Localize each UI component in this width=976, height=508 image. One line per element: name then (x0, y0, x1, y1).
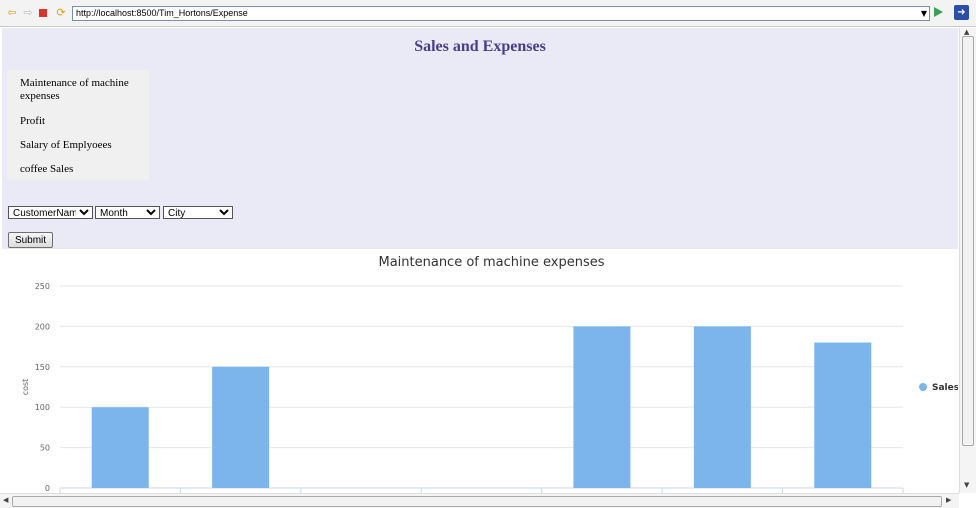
exit-icon[interactable]: ➜ (954, 5, 969, 20)
go-icon[interactable] (934, 7, 943, 17)
y-tick-label: 100 (35, 403, 50, 412)
bar (91, 407, 149, 488)
vertical-scrollbar[interactable]: ▲ ▼ (959, 28, 976, 493)
city-select[interactable]: City (163, 206, 233, 219)
menu-item-salary[interactable]: Salary of Emplyoees (20, 139, 112, 152)
bar (212, 366, 270, 488)
address-text: http://localhost:8500/Tim_Hortons/Expens… (76, 8, 248, 18)
stop-icon[interactable] (39, 9, 47, 17)
month-select[interactable]: Month (95, 206, 160, 219)
bar (693, 326, 751, 488)
refresh-icon[interactable]: ⟳ (55, 7, 67, 19)
chart-title: Maintenance of machine expenses (378, 255, 604, 270)
top-panel: Sales and Expenses Maintenance of machin… (2, 28, 958, 249)
back-arrow-icon[interactable]: ⇦ (6, 7, 18, 19)
side-menu: Maintenance of machine expenses Profit S… (7, 70, 149, 180)
page-title: Sales and Expenses (414, 38, 546, 55)
vertical-scroll-thumb[interactable] (962, 36, 974, 446)
forward-arrow-icon[interactable]: ⇨ (22, 7, 34, 19)
address-bar[interactable]: http://localhost:8500/Tim_Hortons/Expens… (72, 6, 930, 21)
y-axis-label: cost (21, 379, 30, 396)
bar (573, 326, 631, 488)
horizontal-scroll-thumb[interactable] (12, 496, 942, 507)
bar-chart: Maintenance of machine expenses 0 50 100 150… (8, 249, 958, 493)
scroll-down-icon[interactable]: ▼ (964, 481, 969, 489)
legend-label: Sales (932, 383, 958, 393)
chart-svg: Maintenance of machine expenses 0 50 100 150… (21, 255, 958, 493)
y-tick-label: 200 (35, 322, 50, 331)
y-tick-label: 0 (45, 484, 50, 493)
horizontal-scrollbar[interactable]: ◀ ▶ (0, 493, 959, 508)
page-content: Sales and Expenses Maintenance of machin… (2, 28, 958, 493)
y-tick-label: 50 (40, 444, 50, 453)
submit-button[interactable]: Submit (8, 232, 53, 248)
legend-marker (919, 383, 927, 391)
y-tick-label: 150 (35, 363, 50, 372)
chevron-down-icon[interactable]: ▼ (921, 8, 927, 19)
bar (814, 342, 872, 488)
scroll-up-icon[interactable]: ▲ (964, 28, 969, 36)
y-tick-label: 250 (35, 282, 50, 291)
scroll-right-icon[interactable]: ▶ (946, 496, 951, 504)
scroll-left-icon[interactable]: ◀ (3, 496, 8, 504)
customer-name-select[interactable]: CustomerName (8, 206, 93, 219)
menu-item-coffee-sales[interactable]: coffee Sales (20, 163, 73, 176)
menu-item-profit[interactable]: Profit (20, 115, 45, 128)
browser-toolbar: ⇦ ⇨ ⟳ http://localhost:8500/Tim_Hortons/… (0, 0, 976, 27)
menu-item-maintenance[interactable]: Maintenance of machine expenses (20, 77, 140, 103)
